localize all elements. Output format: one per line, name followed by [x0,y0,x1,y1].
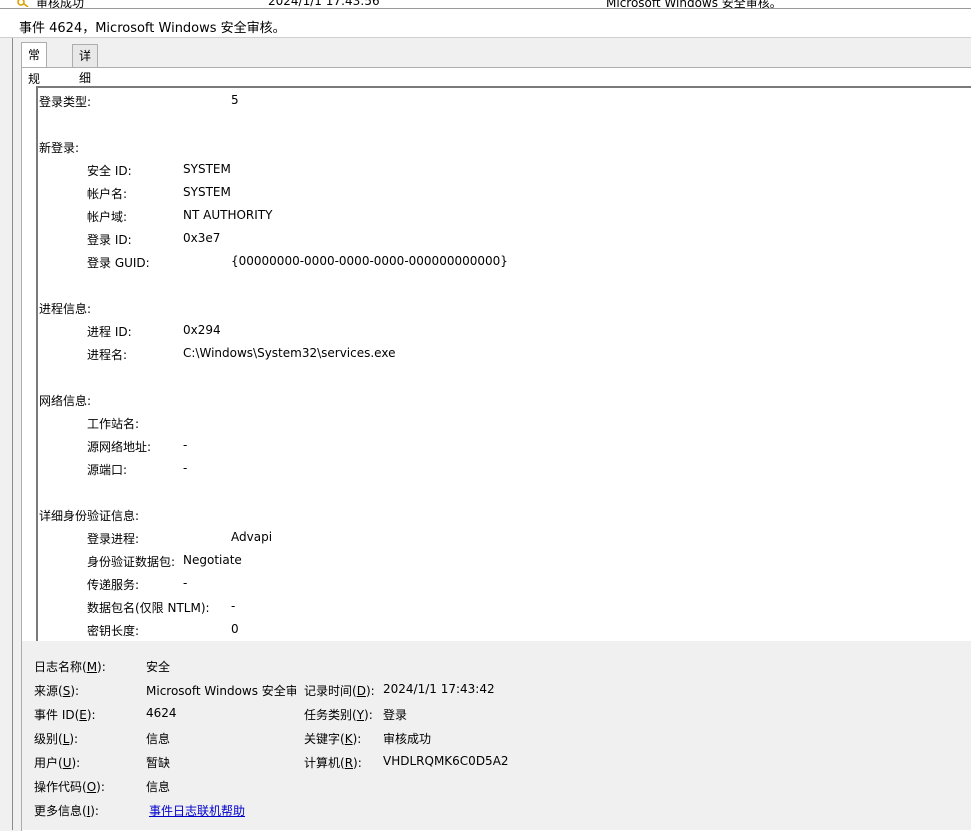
prop-label-user: 用户(U): [34,756,81,770]
prop-label-task-category: 任务类别(Y): [304,708,373,722]
event-header-bar: 事件 4624，Microsoft Windows 安全审核。 [0,9,971,38]
auth-title: 详细身份验证信息: [39,509,140,523]
desc-value: SYSTEM [183,185,231,199]
desc-label: 传递服务: [87,578,140,592]
prop-label-keywords: 关键字(K): [304,732,362,746]
desc-label: 安全 ID: [87,164,132,178]
desc-label: 帐户域: [87,210,128,224]
prop-value-log-name[interactable]: 安全 [146,658,170,675]
prop-label-opcode: 操作代码(O): [34,780,105,794]
tab-general[interactable]: 常规 [21,42,48,86]
logon-type-value: 5 [231,93,239,107]
desc-label: 帐户名: [87,187,128,201]
desc-label: 登录进程: [87,532,140,546]
desc-value: {00000000-0000-0000-0000-000000000000} [231,254,508,268]
desc-value: SYSTEM [183,162,231,176]
prop-value-logged[interactable]: 2024/1/1 17:43:42 [383,682,495,696]
desc-value: Negotiate [183,553,242,567]
prop-value-level[interactable]: 信息 [146,730,170,747]
tab-details[interactable]: 详细信息 [72,44,99,129]
row-keywords: 审核成功 [36,0,85,9]
event-log-online-help-link[interactable]: 事件日志联机帮助 [149,802,245,819]
process-title: 进程信息: [39,302,92,316]
desc-value: - [183,461,188,475]
event-properties: 日志名称(M): 安全 来源(S): Microsoft Windows 安全审… [22,641,971,830]
desc-value: Advapi [231,530,273,544]
desc-label: 源网络地址: [87,440,152,454]
divider [12,9,13,830]
desc-value: 0x3e7 [183,231,221,245]
prop-value-keywords[interactable]: 审核成功 [383,730,431,747]
prop-label-logged: 记录时间(D): [304,684,375,698]
event-description[interactable]: 登录类型: 5 新登录: 安全 ID: SYSTEM 帐户名: SYSTEM 帐… [36,86,971,642]
desc-value: - [183,576,188,590]
prop-value-source[interactable]: Microsoft Windows 安全审 [146,682,296,699]
desc-label: 登录 GUID: [87,256,150,270]
event-title: 事件 4624，Microsoft Windows 安全审核。 [19,21,286,36]
desc-label: 进程名: [87,348,128,362]
prop-label-level: 级别(L): [34,732,79,746]
desc-value: NT AUTHORITY [183,208,273,222]
row-task: Microsoft Windows 安全审核。 [606,0,782,9]
desc-label: 身份验证数据包: [87,555,176,569]
desc-value: - [183,438,188,452]
network-title: 网络信息: [39,394,92,408]
prop-value-event-id[interactable]: 4624 [146,706,177,720]
desc-label: 工作站名: [87,417,140,431]
desc-value: 0 [231,622,239,636]
desc-label: 数据包名(仅限 NTLM): [87,601,210,615]
logon-type-label: 登录类型: [39,95,92,109]
prop-label-source: 来源(S): [34,684,80,698]
new-logon-title: 新登录: [39,141,80,155]
row-datetime: 2024/1/1 17:43:56 [268,0,380,8]
prop-value-computer[interactable]: VHDLRQMK6C0D5A2 [383,754,509,768]
prop-value-task-category[interactable]: 登录 [383,706,407,723]
prop-label-more-info: 更多信息(I): [34,804,99,818]
desc-label: 源端口: [87,463,128,477]
desc-label: 进程 ID: [87,325,132,339]
desc-value: - [231,599,236,613]
desc-label: 密钥长度: [87,624,140,638]
prop-label-computer: 计算机(R): [304,756,362,770]
desc-label: 登录 ID: [87,233,132,247]
prop-value-opcode[interactable]: 信息 [146,778,170,795]
key-icon [17,0,29,7]
event-list-row[interactable]: 审核成功 2024/1/1 17:43:56 Microsoft Windows… [0,0,971,9]
prop-value-user[interactable]: 暂缺 [146,754,170,771]
desc-value: C:\Windows\System32\services.exe [183,346,396,360]
prop-label-event-id: 事件 ID(E): [34,708,96,722]
desc-value: 0x294 [183,323,221,337]
prop-label-log-name: 日志名称(M): [34,660,106,674]
